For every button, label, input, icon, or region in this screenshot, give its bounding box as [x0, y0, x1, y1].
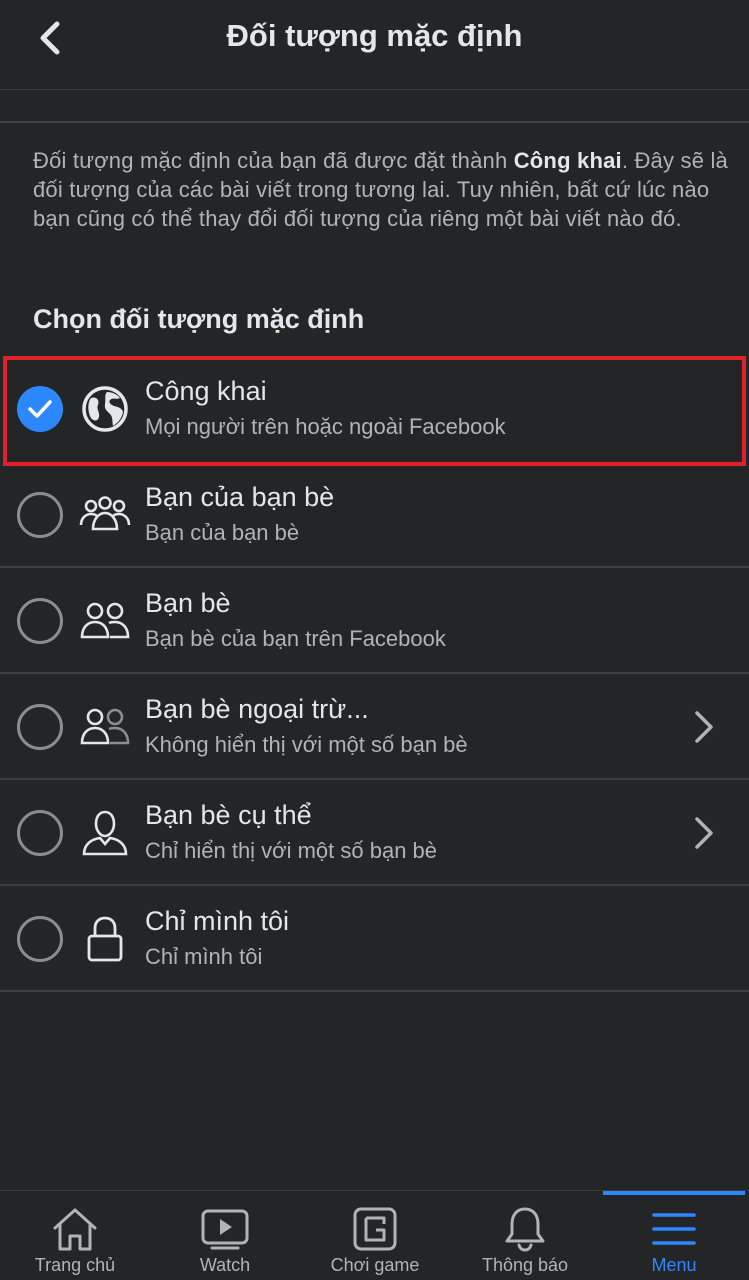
- friends-except-icon: [78, 700, 132, 754]
- description-text: Đối tượng mặc định của bạn đã được đặt t…: [33, 148, 728, 231]
- option-label: Bạn bè: [145, 588, 231, 618]
- lock-icon: [78, 912, 132, 966]
- globe-icon: [78, 382, 132, 436]
- audience-options-list: Công khai Mọi người trên hoặc ngoài Face…: [0, 356, 749, 992]
- watch-icon: [199, 1203, 251, 1255]
- description-bold: Công khai: [513, 148, 622, 173]
- option-description: Bạn của bạn bè: [145, 520, 300, 545]
- divider: [0, 121, 749, 123]
- chevron-right-icon: [695, 711, 713, 743]
- bell-icon: [499, 1203, 551, 1255]
- option-description: Bạn bè của bạn trên Facebook: [145, 626, 446, 651]
- section-title: Chọn đối tượng mặc định: [33, 304, 365, 334]
- tab-label: Watch: [199, 1255, 251, 1275]
- tab-label: Trang chủ: [34, 1255, 116, 1275]
- active-tab-indicator: [603, 1191, 745, 1195]
- friends-icon: [78, 594, 132, 648]
- page-title: Đối tượng mặc định: [226, 18, 523, 53]
- menu-icon: [648, 1203, 700, 1255]
- tab-label: Chơi game: [330, 1255, 420, 1275]
- radio-unchecked[interactable]: [17, 492, 63, 538]
- option-label: Bạn bè ngoại trừ...: [145, 694, 369, 724]
- option-label: Chỉ mình tôi: [145, 906, 290, 936]
- chevron-right-icon: [695, 817, 713, 849]
- option-friends-of-friends[interactable]: Bạn của bạn bè Bạn của bạn bè: [0, 462, 749, 568]
- option-label: Công khai: [145, 376, 267, 406]
- radio-unchecked[interactable]: [17, 598, 63, 644]
- option-description: Mọi người trên hoặc ngoài Facebook: [145, 414, 506, 439]
- option-description: Chỉ hiển thị với một số bạn bè: [145, 838, 438, 863]
- bottom-tab-bar: Trang chủ Watch Chơi game Thông báo Menu: [0, 1190, 749, 1280]
- option-friends-except[interactable]: Bạn bè ngoại trừ... Không hiển thị với m…: [0, 674, 749, 780]
- radio-unchecked[interactable]: [17, 916, 63, 962]
- radio-checked[interactable]: [17, 386, 63, 432]
- radio-unchecked[interactable]: [17, 810, 63, 856]
- header-bar: Đối tượng mặc định: [0, 0, 749, 90]
- tab-watch[interactable]: Watch: [150, 1191, 300, 1280]
- option-specific-friends[interactable]: Bạn bè cụ thể Chỉ hiển thị với một số bạ…: [0, 780, 749, 886]
- tab-menu[interactable]: Menu: [599, 1191, 749, 1280]
- option-friends[interactable]: Bạn bè Bạn bè của bạn trên Facebook: [0, 568, 749, 674]
- friends-of-friends-icon: [78, 488, 132, 542]
- option-label: Bạn của bạn bè: [145, 482, 335, 512]
- tab-label: Thông báo: [481, 1255, 569, 1275]
- option-label: Bạn bè cụ thể: [145, 800, 312, 830]
- radio-unchecked[interactable]: [17, 704, 63, 750]
- checkmark-icon: [28, 400, 52, 418]
- option-description: Chỉ mình tôi: [145, 944, 263, 969]
- option-description: Không hiển thị với một số bạn bè: [145, 732, 468, 757]
- gaming-icon: [349, 1203, 401, 1255]
- tab-home[interactable]: Trang chủ: [0, 1191, 150, 1280]
- option-only-me[interactable]: Chỉ mình tôi Chỉ mình tôi: [0, 886, 749, 992]
- tab-label: Menu: [651, 1255, 697, 1275]
- option-public[interactable]: Công khai Mọi người trên hoặc ngoài Face…: [0, 356, 749, 466]
- home-icon: [49, 1203, 101, 1255]
- tab-gaming[interactable]: Chơi game: [300, 1191, 450, 1280]
- specific-friend-icon: [78, 806, 132, 860]
- tab-notifications[interactable]: Thông báo: [450, 1191, 600, 1280]
